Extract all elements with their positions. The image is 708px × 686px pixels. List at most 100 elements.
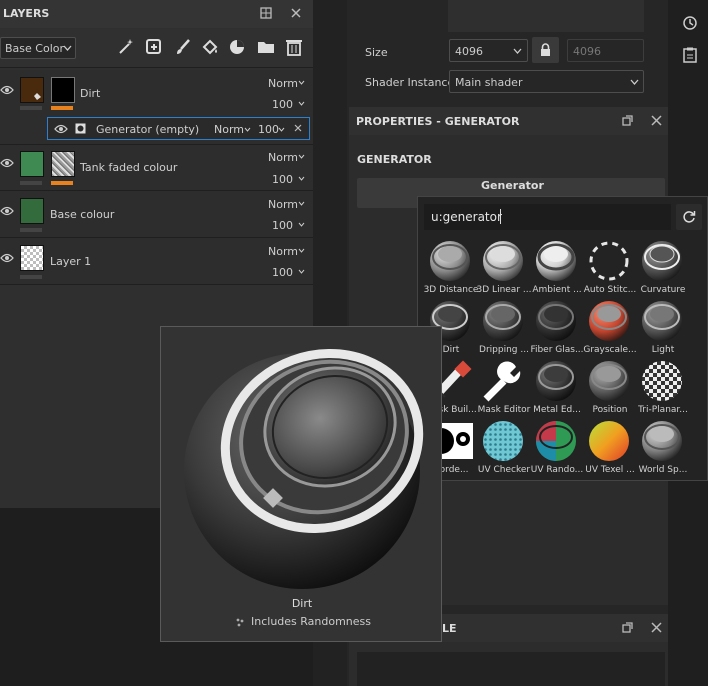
layer-selection-bar bbox=[20, 228, 42, 232]
eye-icon[interactable] bbox=[0, 85, 14, 95]
generator-button-label: Generator bbox=[481, 179, 544, 192]
search-input-value: u:generator bbox=[431, 210, 502, 224]
resource-item[interactable]: UV Checker bbox=[478, 417, 530, 475]
opacity-value[interactable]: 100 bbox=[272, 219, 293, 232]
blend-mode[interactable]: Norm bbox=[268, 151, 298, 164]
close-icon[interactable] bbox=[651, 115, 662, 126]
eye-icon[interactable] bbox=[0, 253, 14, 263]
chevron-down-icon[interactable] bbox=[298, 176, 305, 181]
resource-item[interactable]: Tri-Planar... bbox=[637, 357, 689, 415]
opacity-value[interactable]: 100 bbox=[272, 98, 293, 111]
resource-item[interactable]: Grayscale... bbox=[583, 297, 637, 355]
resource-item[interactable]: UV Texel ... bbox=[584, 417, 636, 475]
resource-item-label: Position bbox=[592, 405, 628, 415]
resource-item-label: UV Checker bbox=[477, 465, 531, 475]
resource-item[interactable]: Dripping ... bbox=[478, 297, 530, 355]
blend-mode[interactable]: Norm bbox=[214, 123, 244, 136]
resource-item-label: 3D Linear ... bbox=[476, 285, 532, 295]
close-icon[interactable] bbox=[651, 622, 662, 633]
resource-item[interactable]: Light bbox=[637, 297, 689, 355]
paint-bucket-icon[interactable] bbox=[201, 38, 219, 56]
layer-row[interactable]: Tank faded colour Norm 100 bbox=[0, 145, 313, 191]
resource-item-label: Fiber Glas... bbox=[530, 345, 584, 355]
channel-select[interactable]: Base Color bbox=[0, 37, 76, 59]
chevron-down-icon[interactable] bbox=[298, 101, 305, 106]
blend-mode[interactable]: Norm bbox=[268, 245, 298, 258]
chevron-down-icon[interactable] bbox=[298, 248, 305, 253]
chevron-down-icon[interactable] bbox=[298, 80, 305, 85]
layer-row[interactable]: Base colour Norm 100 bbox=[0, 191, 313, 238]
chevron-down-icon bbox=[513, 48, 522, 54]
close-icon[interactable] bbox=[294, 124, 302, 132]
history-icon[interactable] bbox=[682, 15, 698, 31]
eye-icon[interactable] bbox=[54, 124, 68, 134]
resource-item[interactable]: UV Rando... bbox=[531, 417, 583, 475]
uv-random-icon bbox=[536, 421, 576, 461]
reset-search-button[interactable] bbox=[676, 204, 702, 230]
resource-item[interactable]: 3D Linear ... bbox=[476, 237, 532, 295]
shader-instance-value: Main shader bbox=[455, 76, 523, 89]
chevron-down-icon[interactable] bbox=[278, 127, 285, 132]
resource-item-label: Mask Editor bbox=[477, 405, 531, 415]
resource-item[interactable]: World Sp... bbox=[637, 417, 689, 475]
smart-mask-icon[interactable] bbox=[228, 38, 246, 56]
resource-item[interactable]: Fiber Glas... bbox=[530, 297, 584, 355]
layers-toolbar: Base Color bbox=[0, 29, 313, 68]
maximize-icon[interactable] bbox=[260, 7, 272, 19]
lock-icon bbox=[540, 43, 551, 56]
add-fill-layer-icon[interactable] bbox=[145, 38, 163, 56]
properties-panel-title: PROPERTIES - GENERATOR bbox=[356, 115, 520, 128]
resource-item[interactable]: Metal Ed... bbox=[531, 357, 583, 415]
generator-effect-row[interactable]: Generator (empty) Norm 100 bbox=[47, 117, 310, 140]
resource-item[interactable]: 3D Distance bbox=[424, 237, 478, 295]
dirt-preview-sphere bbox=[184, 349, 424, 589]
blend-mode[interactable]: Norm bbox=[268, 198, 298, 211]
resource-item[interactable]: Position bbox=[584, 357, 636, 415]
search-input[interactable]: u:generator bbox=[424, 204, 671, 230]
float-panel-icon[interactable] bbox=[622, 622, 633, 633]
size-select[interactable]: 4096 bbox=[449, 39, 528, 62]
eye-icon[interactable] bbox=[0, 206, 14, 216]
resource-tooltip: Dirt Includes Randomness bbox=[160, 326, 442, 642]
resource-item[interactable]: Mask Editor bbox=[478, 357, 530, 415]
shader-instance-select[interactable]: Main shader bbox=[449, 70, 644, 93]
chevron-down-icon[interactable] bbox=[298, 269, 305, 274]
resource-item[interactable]: Ambient ... bbox=[531, 237, 583, 295]
resource-item[interactable]: Curvature bbox=[637, 237, 689, 295]
opacity-value[interactable]: 100 bbox=[258, 123, 279, 136]
layer-row[interactable]: Layer 1 Norm 100 bbox=[0, 238, 313, 285]
magic-wand-icon[interactable] bbox=[117, 38, 135, 56]
uv-texel-icon bbox=[589, 421, 629, 461]
layer-name: Dirt bbox=[80, 87, 101, 100]
brush-icon[interactable] bbox=[174, 38, 192, 56]
chevron-down-icon[interactable] bbox=[244, 127, 251, 132]
blend-mode[interactable]: Norm bbox=[268, 77, 298, 90]
folder-icon[interactable] bbox=[257, 38, 275, 56]
text-caret bbox=[500, 209, 501, 224]
float-panel-icon[interactable] bbox=[622, 115, 633, 126]
section-title: GENERATOR bbox=[357, 153, 432, 166]
metal-edge-icon bbox=[536, 361, 576, 401]
resource-item[interactable]: Auto Stitc... bbox=[584, 237, 636, 295]
clipboard-icon[interactable] bbox=[683, 47, 697, 63]
resource-item-label: World Sp... bbox=[638, 465, 688, 475]
mask-selection-bar bbox=[51, 106, 73, 110]
resource-picker-popup: u:generator 3D Distance 3D Linear ... Am… bbox=[417, 196, 708, 481]
trash-icon[interactable] bbox=[285, 38, 303, 56]
tri-planar-icon bbox=[642, 361, 682, 401]
grayscale-icon bbox=[589, 301, 629, 341]
tooltip-note: Includes Randomness bbox=[251, 615, 372, 628]
layer-thumbnail bbox=[20, 198, 44, 224]
resource-item-label: Tri-Planar... bbox=[638, 405, 688, 415]
link-size-button[interactable] bbox=[532, 37, 559, 63]
close-icon[interactable] bbox=[290, 7, 302, 19]
layer-row[interactable]: Dirt Norm 100 bbox=[0, 70, 313, 116]
eye-icon[interactable] bbox=[0, 158, 14, 168]
opacity-value[interactable]: 100 bbox=[272, 173, 293, 186]
chevron-down-icon[interactable] bbox=[298, 201, 305, 206]
resource-item-label: Ambient ... bbox=[532, 285, 582, 295]
resource-item-label: Curvature bbox=[640, 285, 686, 295]
chevron-down-icon[interactable] bbox=[298, 222, 305, 227]
chevron-down-icon[interactable] bbox=[298, 154, 305, 159]
opacity-value[interactable]: 100 bbox=[272, 266, 293, 279]
